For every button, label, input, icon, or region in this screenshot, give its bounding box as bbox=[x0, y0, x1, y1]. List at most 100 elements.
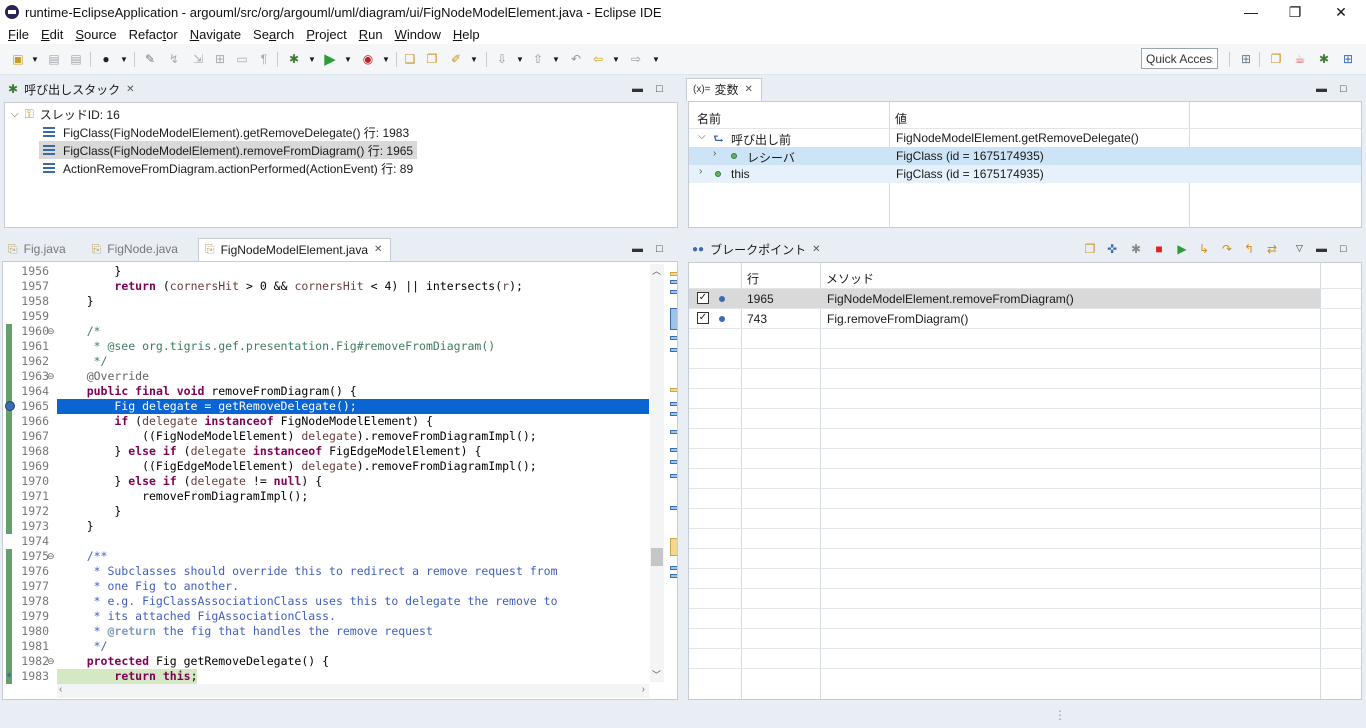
stack-frame[interactable]: FigClass(FigNodeModelElement).getRemoveD… bbox=[43, 123, 409, 141]
next-annotation-icon[interactable]: ⇩ bbox=[494, 51, 510, 67]
tab-callstack[interactable]: ✱ 呼び出しスタック ✕ bbox=[2, 77, 142, 101]
tab-fignode-java[interactable]: ⎘ FigNode.java bbox=[86, 237, 186, 261]
tab-variables[interactable]: (x)= 変数 ✕ bbox=[686, 77, 762, 101]
scroll-up-icon[interactable]: ︿ bbox=[652, 264, 661, 277]
new-icon[interactable]: ▣ bbox=[10, 51, 26, 67]
breakpoint-enabled-checkbox[interactable]: ✓ bbox=[697, 312, 709, 324]
thread-node[interactable]: ⌵ ⚿ スレッドID: 16 bbox=[11, 105, 120, 123]
last-edit-location-icon[interactable]: ↶ bbox=[568, 51, 584, 67]
minimize-view-icon[interactable]: ▬ bbox=[632, 243, 643, 255]
resume-icon[interactable]: ▶ bbox=[1174, 241, 1190, 257]
close-tab-icon[interactable]: ✕ bbox=[374, 244, 382, 255]
minimize-view-icon[interactable]: ▬ bbox=[632, 83, 643, 95]
stack-frame[interactable]: ActionRemoveFromDiagram.actionPerformed(… bbox=[43, 159, 413, 177]
add-breakpoint-icon[interactable]: ❐ bbox=[1082, 241, 1098, 257]
debug-perspective-icon[interactable]: ✱ bbox=[1316, 51, 1332, 67]
user-dropdown-icon[interactable]: ▼ bbox=[116, 51, 132, 67]
expand-chevron-icon[interactable]: › bbox=[713, 148, 716, 159]
expand-chevron-icon[interactable]: › bbox=[699, 166, 702, 177]
column-header-method[interactable]: メソッド bbox=[826, 270, 874, 287]
maximize-view-icon[interactable]: □ bbox=[656, 83, 663, 95]
vertical-scrollbar[interactable]: ︿ ﹀ bbox=[650, 264, 664, 682]
new-dropdown-icon[interactable]: ▼ bbox=[27, 51, 43, 67]
minimize-view-icon[interactable]: ▬ bbox=[1316, 83, 1327, 95]
horizontal-scrollbar[interactable]: ‹ › bbox=[57, 684, 649, 698]
fold-icon[interactable]: ⊖ bbox=[47, 656, 55, 667]
expand-chevron-icon[interactable]: ⌵ bbox=[698, 131, 706, 142]
close-tab-icon[interactable]: ✕ bbox=[126, 84, 134, 95]
resource-perspective-icon[interactable]: ❐ bbox=[1268, 51, 1284, 67]
menu-search[interactable]: Search bbox=[247, 27, 300, 42]
menu-source[interactable]: Source bbox=[69, 27, 122, 42]
maximize-view-icon[interactable]: □ bbox=[656, 243, 663, 255]
back-icon[interactable]: ⇦ bbox=[590, 51, 606, 67]
menu-navigate[interactable]: Navigate bbox=[184, 27, 247, 42]
open-perspective-icon[interactable]: ⊞ bbox=[1238, 51, 1254, 67]
fold-icon[interactable]: ⊖ bbox=[47, 551, 55, 562]
scrollbar-thumb[interactable] bbox=[651, 548, 663, 566]
quick-access-input[interactable] bbox=[1141, 48, 1218, 69]
column-header-value[interactable]: 値 bbox=[895, 110, 907, 127]
menu-edit[interactable]: Edit bbox=[35, 27, 69, 42]
run-dropdown-icon[interactable]: ▼ bbox=[340, 51, 356, 67]
open-type-icon[interactable]: ❑ bbox=[402, 51, 418, 67]
stack-frame-selected[interactable]: FigClass(FigNodeModelElement).removeFrom… bbox=[39, 141, 418, 159]
refactor-tool-icon[interactable]: ✎ bbox=[142, 51, 158, 67]
run-icon[interactable]: ▶ bbox=[322, 51, 338, 68]
variable-row-selected[interactable]: › レシーバ FigClass (id = 1675174935) bbox=[689, 147, 1361, 165]
close-tab-icon[interactable]: ✕ bbox=[812, 244, 820, 255]
toggle-mark-icon[interactable]: ▭ bbox=[234, 51, 250, 67]
maximize-button[interactable]: ❐ bbox=[1272, 0, 1318, 24]
use-step-filters-icon[interactable]: ⊞ bbox=[212, 51, 228, 67]
menu-project[interactable]: Project bbox=[300, 27, 352, 42]
back-dropdown-icon[interactable]: ▼ bbox=[608, 51, 624, 67]
search-tool-icon[interactable]: ✐ bbox=[448, 51, 464, 67]
debug-icon[interactable]: ✱ bbox=[286, 51, 302, 67]
step-into-icon[interactable]: ↳ bbox=[1196, 241, 1212, 257]
java-browsing-perspective-icon[interactable]: ⊞ bbox=[1340, 51, 1356, 67]
step-return-icon[interactable]: ↰ bbox=[1241, 241, 1257, 257]
code-editor[interactable]: ➧ 1956 1957 1958 1959 1960 1961 1962 1963 1964 19… bbox=[2, 261, 678, 700]
scroll-down-icon[interactable]: ﹀ bbox=[652, 668, 661, 681]
drop-to-frame-icon[interactable]: ⇲ bbox=[190, 51, 206, 67]
forward-dropdown-icon[interactable]: ▼ bbox=[648, 51, 664, 67]
tab-fig-java[interactable]: ⎘ Fig.java bbox=[2, 237, 74, 261]
fold-icon[interactable]: ⊖ bbox=[47, 371, 55, 382]
breakpoint-enabled-checkbox[interactable]: ✓ bbox=[697, 292, 709, 304]
step-over-icon[interactable]: ↷ bbox=[1219, 241, 1235, 257]
previous-annotation-dropdown-icon[interactable]: ▼ bbox=[548, 51, 564, 67]
open-folder-icon[interactable]: ❐ bbox=[424, 51, 440, 67]
close-button[interactable]: ✕ bbox=[1318, 0, 1364, 24]
scroll-right-icon[interactable]: › bbox=[642, 684, 645, 695]
expand-chevron-icon[interactable]: ⌵ bbox=[11, 109, 19, 120]
show-whitespace-icon[interactable]: ¶ bbox=[256, 51, 272, 67]
step-into-selection-icon[interactable]: ↯ bbox=[166, 51, 182, 67]
menu-window[interactable]: Window bbox=[389, 27, 447, 42]
tab-breakpoints[interactable]: ●● ブレークポイント ✕ bbox=[686, 237, 829, 261]
breakpoint-row[interactable]: ✓ 743 Fig.removeFromDiagram() bbox=[689, 309, 1320, 328]
maximize-view-icon[interactable]: □ bbox=[1340, 83, 1347, 95]
maximize-view-icon[interactable]: □ bbox=[1340, 243, 1347, 255]
column-header-name[interactable]: 名前 bbox=[697, 110, 721, 127]
remove-breakpoint-icon[interactable]: ✜ bbox=[1104, 241, 1120, 257]
skip-breakpoints-icon[interactable]: ✱ bbox=[1128, 241, 1144, 257]
close-tab-icon[interactable]: ✕ bbox=[745, 84, 753, 95]
menu-file[interactable]: File bbox=[2, 27, 35, 42]
search-dropdown-icon[interactable]: ▼ bbox=[466, 51, 482, 67]
column-header-line[interactable]: 行 bbox=[747, 270, 759, 287]
scroll-left-icon[interactable]: ‹ bbox=[59, 684, 62, 695]
next-annotation-dropdown-icon[interactable]: ▼ bbox=[512, 51, 528, 67]
minimize-view-icon[interactable]: ▬ bbox=[1316, 243, 1327, 255]
link-with-debug-view-icon[interactable]: ⇄ bbox=[1264, 241, 1280, 257]
terminate-icon[interactable]: ■ bbox=[1151, 241, 1167, 257]
variable-row[interactable]: ⌵ ⮑ 呼び出し前 FigNodeModelElement.getRemoveD… bbox=[689, 129, 1361, 147]
menu-run[interactable]: Run bbox=[353, 27, 389, 42]
save-icon[interactable]: ▤ bbox=[46, 51, 62, 67]
user-icon[interactable]: ● bbox=[98, 51, 114, 67]
previous-annotation-icon[interactable]: ⇧ bbox=[530, 51, 546, 67]
menu-refactor[interactable]: Refactor bbox=[123, 27, 184, 42]
forward-icon[interactable]: ⇨ bbox=[628, 51, 644, 67]
java-perspective-icon[interactable]: ☕ bbox=[1292, 51, 1308, 67]
fold-icon[interactable]: ⊖ bbox=[47, 326, 55, 337]
breakpoint-row-selected[interactable]: ✓ 1965 FigNodeModelElement.removeFromDia… bbox=[689, 289, 1320, 308]
